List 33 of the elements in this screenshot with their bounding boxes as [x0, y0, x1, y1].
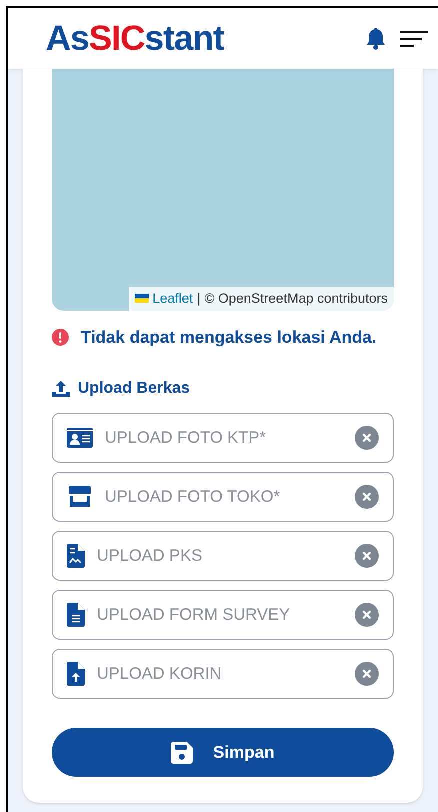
clear-icon[interactable] [355, 426, 379, 450]
document-icon [67, 603, 85, 628]
upload-field[interactable]: UPLOAD FOTO TOKO* [52, 472, 394, 522]
file-input[interactable]: UPLOAD FOTO KTP* [105, 426, 343, 451]
upload-field[interactable]: UPLOAD KORIN [52, 649, 394, 700]
error-icon [52, 329, 69, 346]
menu-icon[interactable] [400, 28, 428, 48]
id-card-icon [67, 428, 93, 448]
flag-icon [134, 294, 149, 304]
signature-file-icon [67, 544, 85, 568]
clear-icon[interactable] [355, 485, 379, 510]
file-input[interactable]: UPLOAD KORIN [97, 662, 343, 687]
file-upload-icon [67, 662, 85, 686]
notification-bell-icon[interactable] [366, 28, 386, 50]
upload-field[interactable]: UPLOAD FORM SURVEY [52, 590, 394, 640]
upload-field[interactable]: UPLOAD PKS [52, 531, 394, 582]
file-input[interactable]: UPLOAD PKS [97, 544, 343, 569]
store-icon [67, 485, 93, 510]
file-input[interactable]: UPLOAD FOTO TOKO* [105, 484, 343, 510]
clear-icon[interactable] [355, 603, 379, 628]
file-input[interactable]: UPLOAD FORM SURVEY [97, 602, 343, 628]
map-attribution: © OpenStreetMap contributors [204, 290, 388, 308]
leaflet-link[interactable]: Leaflet [152, 288, 194, 309]
attribution-separator: | [197, 290, 201, 308]
upload-field[interactable]: UPLOAD FOTO KTP* [52, 413, 394, 464]
upload-icon [52, 381, 70, 398]
app-logo: AsSICstant [46, 21, 224, 56]
clear-icon[interactable] [355, 544, 379, 568]
save-button[interactable]: Simpan [52, 728, 394, 777]
section-title: Upload Berkas [78, 379, 190, 400]
clear-icon[interactable] [355, 662, 379, 686]
error-message: Tidak dapat mengakses lokasi Anda. [81, 326, 377, 349]
map[interactable]: Leaflet | © OpenStreetMap contributors [52, 69, 394, 311]
